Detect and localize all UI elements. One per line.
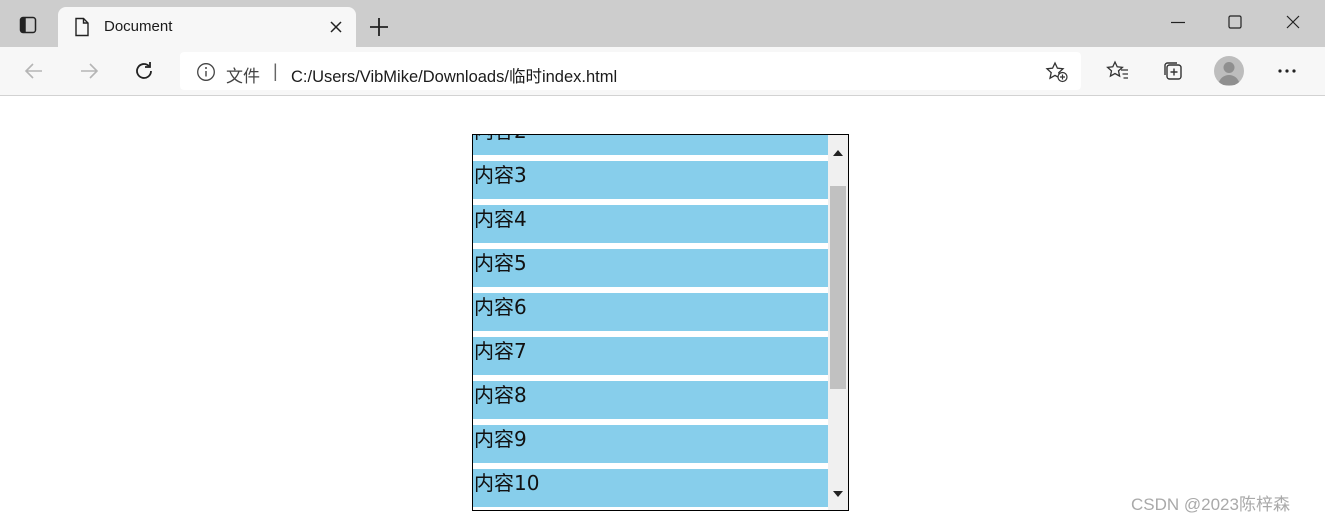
collections-icon[interactable]: [1160, 58, 1186, 84]
favorite-add-icon[interactable]: [1045, 61, 1069, 88]
forward-icon[interactable]: [75, 57, 103, 85]
site-label: 文件: [226, 67, 260, 86]
info-icon[interactable]: [196, 62, 216, 87]
scroll-container[interactable]: 内容2 内容3 内容4 内容5 内容6 内容7 内容8 内容9 内容10: [472, 134, 849, 511]
close-icon[interactable]: [328, 19, 344, 35]
tab-title: Document: [104, 18, 173, 35]
list-item: 内容4: [473, 205, 828, 243]
minimize-icon[interactable]: [1168, 12, 1188, 32]
list-item: 内容5: [473, 249, 828, 287]
list-item: 内容10: [473, 469, 828, 507]
profile-avatar[interactable]: [1214, 56, 1244, 86]
plus-icon[interactable]: [368, 16, 390, 38]
refresh-icon[interactable]: [130, 57, 158, 85]
page-icon: [74, 17, 90, 42]
address-bar[interactable]: 文件 | C:/Users/VibMike/Downloads/临时index.…: [180, 52, 1081, 90]
vertical-scrollbar[interactable]: [828, 135, 848, 510]
close-window-icon[interactable]: [1283, 12, 1303, 32]
maximize-icon[interactable]: [1225, 12, 1245, 32]
back-icon[interactable]: [20, 57, 48, 85]
tab-actions-button[interactable]: [10, 10, 46, 44]
address-separator: |: [273, 61, 278, 81]
scroll-down-arrow-icon[interactable]: [833, 484, 843, 502]
more-icon[interactable]: [1274, 58, 1300, 84]
list-item: 内容2: [473, 135, 828, 155]
url-text[interactable]: C:/Users/VibMike/Downloads/临时index.html: [291, 63, 617, 87]
tab-strip: Document: [0, 0, 1325, 47]
item-list: 内容2 内容3 内容4 内容5 内容6 内容7 内容8 内容9 内容10: [473, 135, 828, 510]
list-item: 内容8: [473, 381, 828, 419]
favorites-icon[interactable]: [1105, 58, 1131, 84]
scroll-up-arrow-icon[interactable]: [833, 143, 843, 161]
watermark: CSDN @2023陈梓森: [1131, 495, 1290, 514]
list-item: 内容6: [473, 293, 828, 331]
list-item: 内容7: [473, 337, 828, 375]
scrollbar-thumb[interactable]: [830, 186, 846, 389]
tab-document[interactable]: Document: [58, 7, 356, 47]
browser-toolbar: 文件 | C:/Users/VibMike/Downloads/临时index.…: [0, 47, 1325, 96]
list-item: 内容3: [473, 161, 828, 199]
list-item: 内容9: [473, 425, 828, 463]
tab-actions-icon: [19, 16, 37, 39]
